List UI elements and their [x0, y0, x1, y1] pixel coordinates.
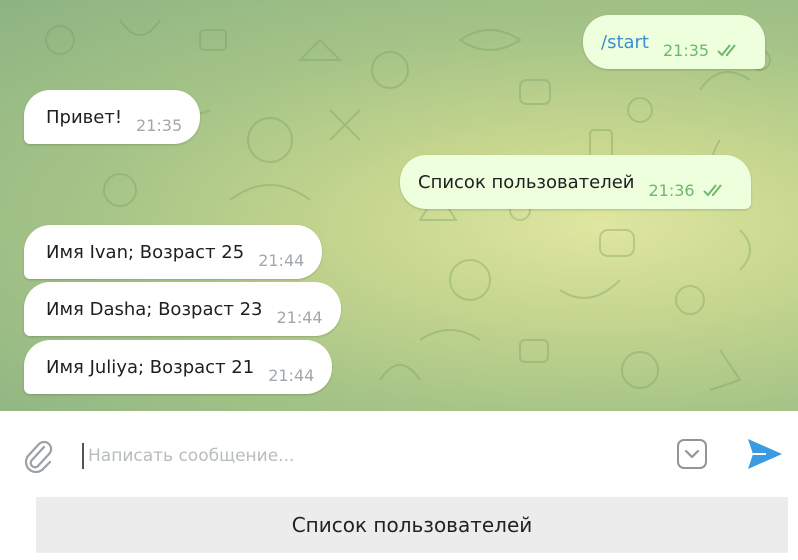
text-cursor: [82, 443, 84, 469]
chat-area: /start 21:35 Привет! 21:35 Список пользо…: [0, 0, 798, 411]
message-time: 21:44: [258, 250, 305, 270]
reply-button-user-list[interactable]: Список пользователей: [36, 497, 788, 553]
message-text: Имя Dasha; Возраст 23: [46, 298, 263, 320]
message-input-bar: [0, 411, 798, 497]
message-incoming[interactable]: Имя Dasha; Возраст 23 21:44: [24, 282, 341, 336]
message-time: 21:35: [136, 115, 183, 135]
send-icon[interactable]: [744, 435, 784, 473]
message-text: Список пользователей: [418, 171, 635, 193]
message-input[interactable]: [88, 441, 648, 471]
message-time: 21:36: [648, 180, 695, 200]
message-incoming[interactable]: Привет! 21:35: [24, 90, 201, 144]
message-time: 21:44: [268, 365, 315, 385]
message-command-link[interactable]: /start: [601, 32, 649, 53]
message-incoming[interactable]: Имя Juliya; Возраст 21 21:44: [24, 340, 333, 394]
keyboard-toggle-icon[interactable]: [675, 437, 709, 471]
double-check-icon: [717, 44, 736, 57]
message-outgoing[interactable]: /start 21:35: [583, 15, 766, 69]
message-text: Имя Ivan; Возраст 25: [46, 241, 245, 263]
double-check-icon: [702, 184, 722, 197]
paperclip-icon[interactable]: [22, 439, 56, 473]
reply-keyboard: Список пользователей: [0, 497, 798, 560]
message-outgoing[interactable]: Список пользователей 21:36: [400, 155, 751, 209]
message-text: Привет!: [46, 106, 123, 128]
message-time: 21:44: [276, 307, 323, 327]
message-incoming[interactable]: Имя Ivan; Возраст 25 21:44: [24, 225, 323, 279]
message-text: Имя Juliya; Возраст 21: [46, 356, 255, 378]
message-time: 21:35: [663, 40, 710, 60]
